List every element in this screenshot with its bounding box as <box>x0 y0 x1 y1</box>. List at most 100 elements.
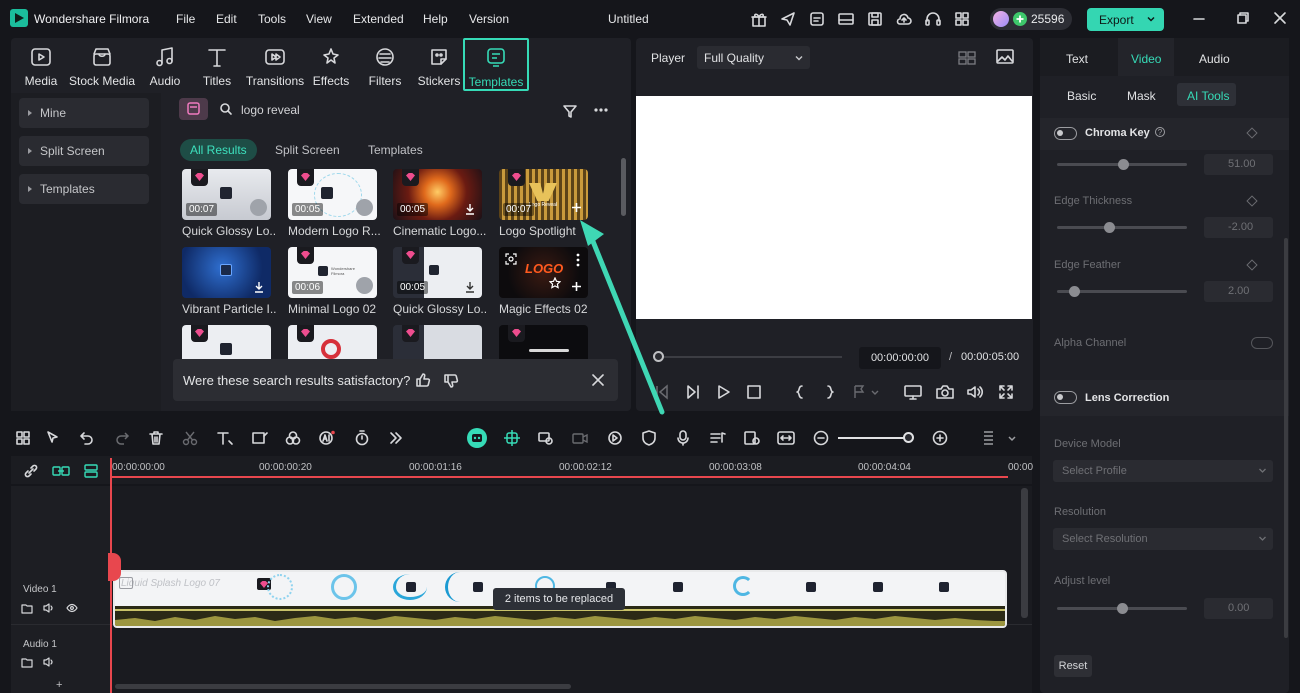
template-card[interactable]: 00:05 <box>393 169 482 220</box>
template-card[interactable]: 00:05 <box>393 247 482 298</box>
camera-record-icon[interactable] <box>571 430 589 446</box>
apps-grid-icon[interactable] <box>953 10 971 28</box>
eye-icon[interactable] <box>66 602 78 614</box>
menu-help[interactable]: Help <box>423 12 448 26</box>
subtab-basic[interactable]: Basic <box>1067 89 1096 103</box>
screen-lock-icon[interactable] <box>743 430 761 446</box>
download-icon[interactable] <box>250 199 267 216</box>
minimize-icon[interactable] <box>1192 12 1206 26</box>
preview-screen[interactable] <box>636 96 1032 319</box>
headset-icon[interactable] <box>924 10 942 28</box>
work-area-bar[interactable] <box>111 476 1008 478</box>
keyframe-diamond-icon[interactable] <box>1246 259 1258 271</box>
template-card[interactable]: 00:07 <box>182 169 271 220</box>
avatar[interactable] <box>993 11 1009 27</box>
camera-icon[interactable] <box>936 384 954 400</box>
export-dropdown-icon[interactable] <box>1146 14 1156 24</box>
edge-thickness-slider[interactable] <box>1057 222 1187 233</box>
tolerance-value[interactable]: 51.00 <box>1204 154 1273 175</box>
layout-grid-icon[interactable] <box>15 430 31 446</box>
speed-timer-icon[interactable] <box>354 430 370 446</box>
color-icon[interactable] <box>285 430 301 446</box>
keyframe-diamond-icon[interactable] <box>1246 195 1258 207</box>
tab-stickers[interactable]: Stickers <box>411 42 467 90</box>
split-scissors-icon[interactable] <box>182 430 198 446</box>
step-forward-icon[interactable] <box>685 384 701 400</box>
playhead-handle[interactable] <box>108 553 121 581</box>
sidebar-item-split-screen[interactable]: Split Screen <box>19 136 149 166</box>
subtab-mask[interactable]: Mask <box>1127 89 1156 103</box>
track-options-icon[interactable] <box>981 429 1017 447</box>
track-height-icon[interactable] <box>83 463 99 479</box>
zoom-slider-knob[interactable] <box>903 432 915 443</box>
chip-all-results[interactable]: All Results <box>180 139 257 161</box>
auto-ripple-icon[interactable] <box>467 428 487 448</box>
slider-knob[interactable] <box>1104 222 1115 233</box>
adjust-level-slider[interactable] <box>1057 603 1187 614</box>
send-icon[interactable] <box>779 10 797 28</box>
delete-icon[interactable] <box>148 430 164 446</box>
template-card[interactable] <box>182 247 271 298</box>
tab-text[interactable]: Text <box>1066 52 1088 66</box>
tab-filters[interactable]: Filters <box>357 42 413 90</box>
stop-icon[interactable] <box>746 384 762 400</box>
play-icon[interactable] <box>716 384 732 400</box>
edge-thickness-value[interactable]: -2.00 <box>1204 217 1273 238</box>
keyframe-diamond-icon[interactable] <box>1246 127 1258 139</box>
slider-knob[interactable] <box>1117 603 1128 614</box>
crop-icon[interactable] <box>251 430 269 446</box>
mute-icon[interactable] <box>43 602 55 614</box>
sidebar-item-mine[interactable]: Mine <box>19 98 149 128</box>
tab-video[interactable]: Video <box>1131 52 1161 66</box>
timeline-hscroll[interactable] <box>11 684 571 689</box>
tab-audio[interactable]: Audio <box>137 42 193 90</box>
filter-icon[interactable] <box>562 103 578 119</box>
snapshot-image-icon[interactable] <box>996 49 1014 65</box>
subtab-ai-tools[interactable]: AI Tools <box>1187 89 1229 103</box>
keyframe-circle-icon[interactable] <box>607 430 623 446</box>
tolerance-slider[interactable] <box>1057 159 1187 170</box>
mark-out-icon[interactable] <box>822 384 838 400</box>
tab-media[interactable]: Media <box>13 42 69 90</box>
display-icon[interactable] <box>904 384 922 400</box>
folder-icon[interactable] <box>21 602 33 614</box>
download-icon[interactable] <box>464 281 476 293</box>
edge-feather-value[interactable]: 2.00 <box>1204 281 1273 302</box>
volume-icon[interactable] <box>966 384 984 400</box>
download-icon[interactable] <box>356 199 373 216</box>
download-icon[interactable] <box>253 281 265 293</box>
template-card[interactable]: Wondershare Filmora 00:06 <box>288 247 377 298</box>
zoom-in-icon[interactable] <box>932 430 948 446</box>
tab-templates[interactable]: Templates <box>463 38 529 91</box>
fit-width-icon[interactable] <box>777 430 795 446</box>
grid-view-icon[interactable] <box>958 50 976 66</box>
timeline-ruler[interactable]: 00:00:00:00 00:00:00:20 00:00:01:16 00:0… <box>11 456 1033 484</box>
tab-effects[interactable]: Effects <box>303 42 359 90</box>
menu-file[interactable]: File <box>176 12 195 26</box>
more-tools-chevrons-icon[interactable] <box>388 430 404 446</box>
chip-split-screen[interactable]: Split Screen <box>265 139 350 161</box>
layout-icon[interactable] <box>837 10 855 28</box>
zoom-slider[interactable] <box>838 432 915 443</box>
feedback-icon[interactable] <box>808 10 826 28</box>
more-options-icon[interactable] <box>593 102 609 118</box>
reset-button[interactable]: Reset <box>1054 655 1092 677</box>
menu-tools[interactable]: Tools <box>258 12 286 26</box>
close-window-icon[interactable] <box>1273 11 1287 25</box>
adjust-level-value[interactable]: 0.00 <box>1204 598 1273 619</box>
text-tool-icon[interactable] <box>216 430 234 446</box>
alpha-channel-toggle[interactable] <box>1251 337 1273 349</box>
export-button[interactable]: Export <box>1087 8 1164 31</box>
timeline-vscroll[interactable] <box>1021 488 1028 618</box>
chroma-key-toggle[interactable] <box>1054 127 1077 140</box>
save-icon[interactable] <box>866 10 884 28</box>
edge-feather-slider[interactable] <box>1057 286 1187 297</box>
quality-dropdown[interactable]: Full Quality <box>697 46 810 69</box>
fullscreen-icon[interactable] <box>998 384 1014 400</box>
sidebar-item-templates[interactable]: Templates <box>19 174 149 204</box>
redo-icon[interactable] <box>114 430 130 446</box>
tab-audio-props[interactable]: Audio <box>1199 52 1230 66</box>
cloud-upload-icon[interactable] <box>895 10 913 28</box>
tab-stock-media[interactable]: Stock Media <box>69 42 135 90</box>
slider-knob[interactable] <box>1118 159 1130 170</box>
